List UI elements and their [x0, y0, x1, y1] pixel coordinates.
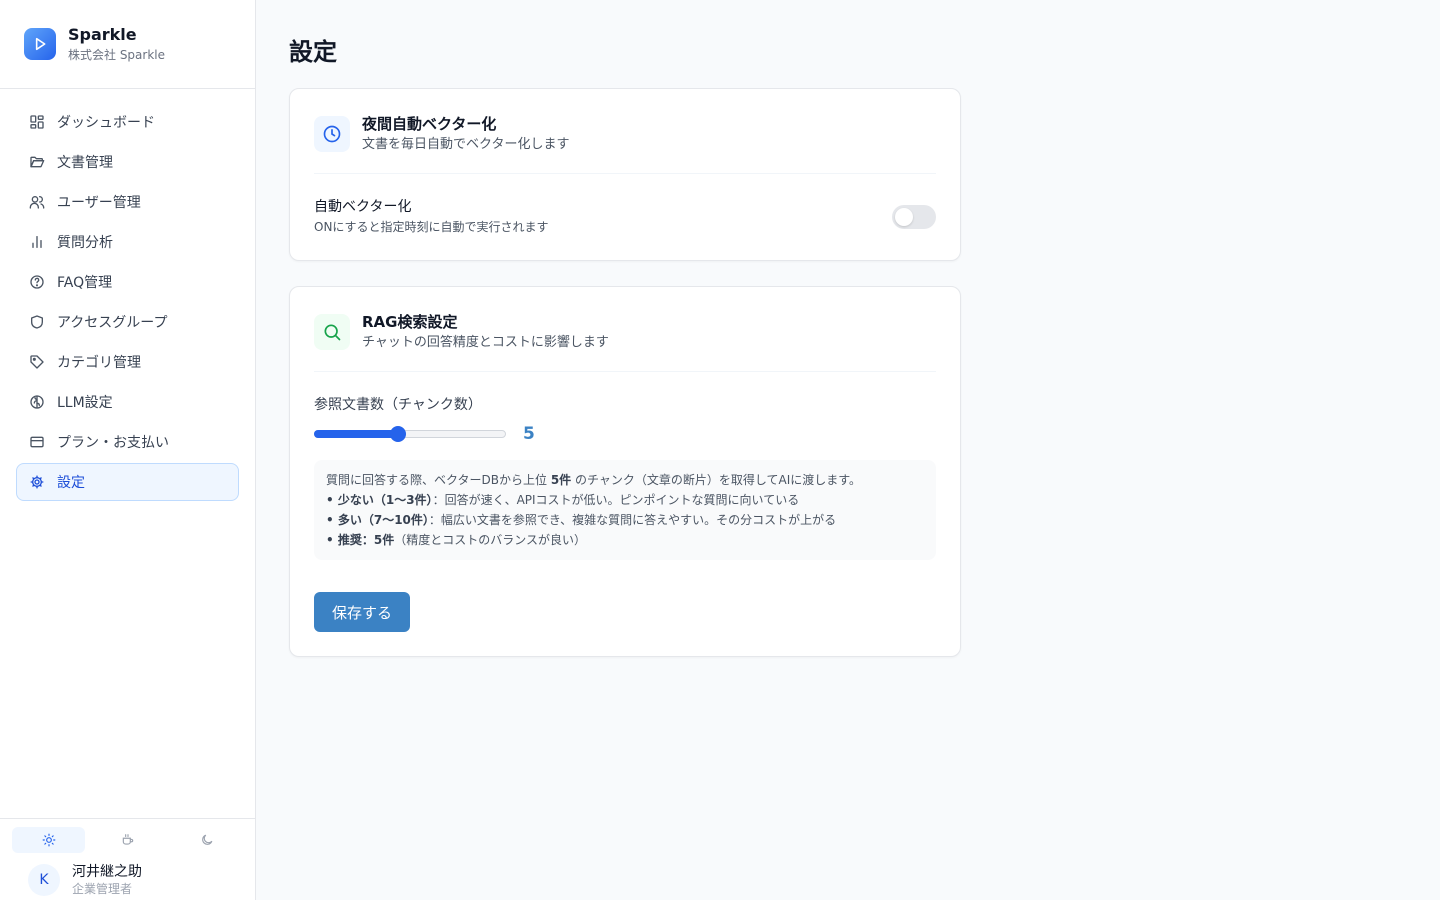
sidebar-item-documents[interactable]: 文書管理 — [16, 143, 239, 181]
sidebar-item-users[interactable]: ユーザー管理 — [16, 183, 239, 221]
card-title: RAG検索設定 — [362, 313, 458, 331]
sidebar-footer: K 河井継之助 企業管理者 — [0, 818, 255, 900]
sidebar-item-billing[interactable]: プラン・お支払い — [16, 423, 239, 461]
info-line: • 多い（7〜10件）：幅広い文書を参照でき、複雑な質問に答えやすい。その分コス… — [326, 510, 924, 530]
sidebar-item-label: LLM設定 — [57, 395, 113, 411]
users-icon — [28, 193, 46, 211]
sidebar-item-label: アクセスグループ — [57, 315, 168, 331]
help-circle-icon — [28, 273, 46, 291]
sidebar-item-categories[interactable]: カテゴリ管理 — [16, 343, 239, 381]
credit-card-icon — [28, 433, 46, 451]
play-logo-icon[interactable] — [24, 28, 56, 60]
sidebar-item-label: プラン・お支払い — [57, 435, 169, 451]
info-line: • 少ない（1〜3件）：回答が速く、APIコストが低い。ピンポイントな質問に向い… — [326, 490, 924, 510]
card-header: 夜間自動ベクター化 文書を毎日自動でベクター化します — [314, 89, 936, 174]
sidebar-item-label: 質問分析 — [57, 235, 113, 251]
main-content: 設定 夜間自動ベクター化 文書を毎日自動でベクター化します 自動ベクター化 ON… — [256, 0, 1440, 900]
chunk-count-label: 参照文書数（チャンク数） — [314, 397, 482, 413]
brain-icon — [28, 393, 46, 411]
brand-name: Sparkle — [68, 25, 137, 44]
auto-vector-row: 自動ベクター化 ONにすると指定時刻に自動で実行されます — [314, 174, 936, 235]
sun-icon — [42, 833, 55, 847]
moon-icon — [201, 834, 212, 845]
chunk-count-value: 5 — [523, 424, 535, 444]
slider-thumb[interactable] — [390, 426, 406, 442]
folder-icon — [28, 153, 46, 171]
sidebar-item-analytics[interactable]: 質問分析 — [16, 223, 239, 261]
save-button[interactable]: 保存する — [314, 592, 410, 632]
info-text: ：幅広い文書を参照でき、複雑な質問に答えやすい。その分コストが上がる — [428, 513, 837, 527]
page-title: 設定 — [289, 38, 337, 66]
toggle-knob — [895, 207, 913, 226]
sidebar-item-label: ダッシュボード — [57, 115, 155, 131]
sidebar-item-llm-settings[interactable]: LLM設定 — [16, 383, 239, 421]
card-header: RAG検索設定 チャットの回答精度とコストに影響します — [314, 287, 936, 372]
rag-settings-card: RAG検索設定 チャットの回答精度とコストに影響します 参照文書数（チャンク数）… — [289, 286, 961, 657]
toggle-help: ONにすると指定時刻に自動で実行されます — [314, 220, 549, 234]
auto-vector-card: 夜間自動ベクター化 文書を毎日自動でベクター化します 自動ベクター化 ONにする… — [289, 88, 961, 261]
theme-dark-button[interactable] — [170, 827, 243, 853]
sidebar-item-label: 文書管理 — [57, 155, 113, 171]
info-text: ：回答が速く、APIコストが低い。ピンポイントな質問に向いている — [432, 493, 800, 507]
theme-switcher — [0, 819, 255, 853]
chunk-count-field: 参照文書数（チャンク数） 5 — [314, 372, 936, 446]
card-title: 夜間自動ベクター化 — [362, 115, 497, 133]
sidebar-item-settings[interactable]: 設定 — [16, 463, 239, 501]
info-text: 質問に回答する際、ベクターDBから上位 — [326, 473, 551, 487]
brand: Sparkle 株式会社 Sparkle — [0, 0, 255, 89]
info-emphasis: • 少ない（1〜3件） — [326, 493, 433, 507]
user-role: 企業管理者 — [72, 882, 133, 896]
shield-icon — [28, 313, 46, 331]
toggle-label: 自動ベクター化 — [314, 199, 412, 215]
info-line: • 推奨：5件（精度とコストのバランスが良い） — [326, 530, 924, 550]
company-name: 株式会社 Sparkle — [68, 48, 166, 62]
card-description: チャットの回答精度とコストに影響します — [362, 335, 609, 350]
chunk-count-slider[interactable] — [314, 424, 506, 444]
slider-fill — [314, 430, 398, 438]
info-emphasis: • 多い（7〜10件） — [326, 513, 429, 527]
user-name: 河井継之助 — [72, 864, 142, 880]
sidebar-item-access-groups[interactable]: アクセスグループ — [16, 303, 239, 341]
avatar: K — [28, 864, 60, 896]
sidebar-item-label: FAQ管理 — [57, 275, 113, 291]
sidebar-item-label: 設定 — [57, 475, 85, 491]
clock-icon — [314, 116, 350, 152]
coffee-icon — [122, 834, 133, 845]
sidebar-item-dashboard[interactable]: ダッシュボード — [16, 103, 239, 141]
sidebar-item-label: カテゴリ管理 — [57, 355, 141, 371]
info-emphasis: • 推奨：5件 — [326, 533, 395, 547]
bar-chart-icon — [28, 233, 46, 251]
chunk-info-box: 質問に回答する際、ベクターDBから上位 5件 のチャンク（文章の断片）を取得して… — [314, 460, 936, 560]
theme-sepia-button[interactable] — [91, 827, 164, 853]
sidebar-item-label: ユーザー管理 — [57, 195, 141, 211]
info-text: のチャンク（文章の断片）を取得してAIに渡します。 — [571, 473, 862, 487]
tag-icon — [28, 353, 46, 371]
info-text: （精度とコストのバランスが良い） — [394, 533, 586, 547]
theme-light-button[interactable] — [12, 827, 85, 853]
gear-icon — [28, 473, 46, 491]
sidebar-nav: ダッシュボード 文書管理 ユーザー管理 質問分析 FAQ管理 アクセスグループ … — [0, 89, 255, 501]
info-emphasis: 5件 — [550, 473, 572, 487]
card-description: 文書を毎日自動でベクター化します — [362, 137, 570, 152]
auto-vector-toggle[interactable] — [892, 204, 936, 229]
dashboard-icon — [28, 113, 46, 131]
sidebar-item-faq[interactable]: FAQ管理 — [16, 263, 239, 301]
user-profile[interactable]: K 河井継之助 企業管理者 — [0, 853, 255, 897]
info-line: 質問に回答する際、ベクターDBから上位 5件 のチャンク（文章の断片）を取得して… — [326, 470, 924, 490]
sidebar: Sparkle 株式会社 Sparkle ダッシュボード 文書管理 ユーザー管理… — [0, 0, 256, 900]
search-icon — [314, 314, 350, 350]
